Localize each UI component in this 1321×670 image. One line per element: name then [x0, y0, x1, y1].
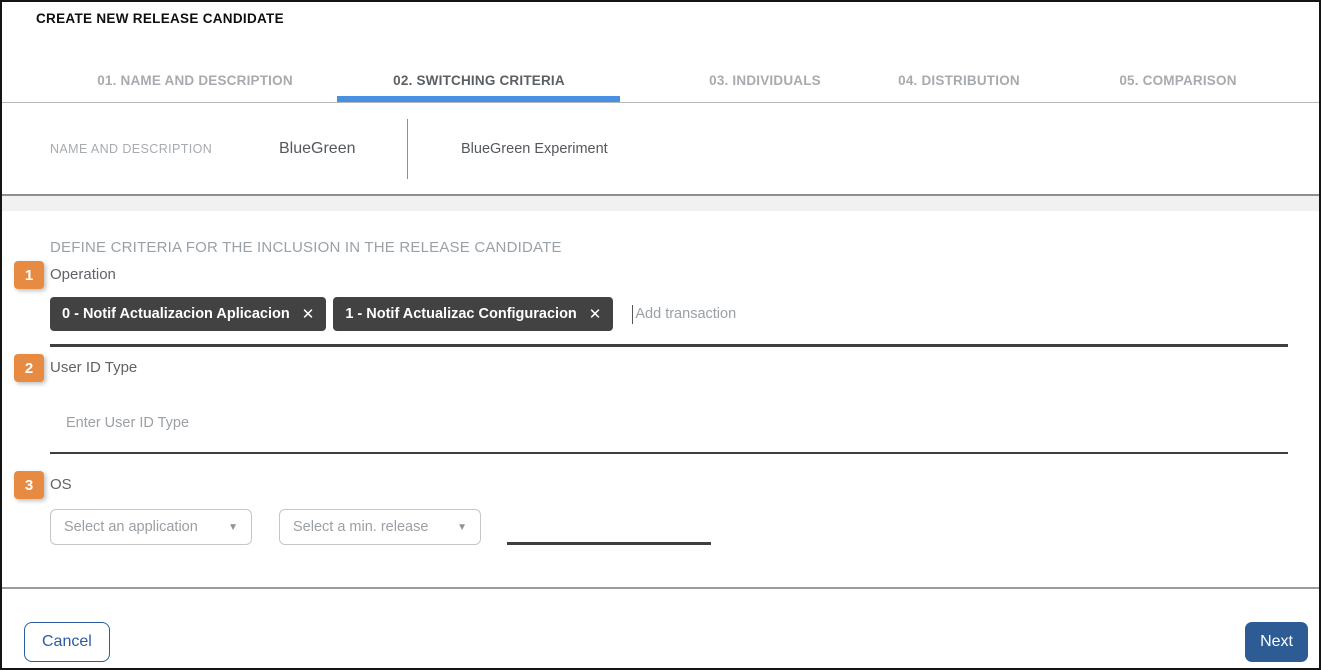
step-3-badge: 3 — [14, 471, 44, 499]
application-select[interactable]: Select an application ▼ — [50, 509, 252, 545]
create-release-candidate-dialog: CREATE NEW RELEASE CANDIDATE 01. NAME AN… — [0, 0, 1321, 670]
user-id-type-field — [50, 414, 1288, 454]
operation-transactions-field: 0 - Notif Actualizacion Aplicacion ✕ 1 -… — [50, 297, 1288, 347]
chevron-down-icon: ▼ — [228, 522, 238, 533]
os-selectors-row: Select an application ▼ Select a min. re… — [50, 509, 1319, 545]
wizard-footer: Cancel Next — [2, 587, 1319, 668]
cancel-button[interactable]: Cancel — [24, 622, 110, 662]
operation-label: Operation — [50, 266, 1319, 283]
os-version-input-underline[interactable] — [507, 542, 711, 545]
user-id-type-input[interactable] — [64, 414, 1255, 432]
transaction-chip[interactable]: 0 - Notif Actualizacion Aplicacion ✕ — [50, 297, 326, 331]
step-user-id-type: 2 User ID Type — [2, 359, 1319, 454]
tab-switching-criteria[interactable]: 02. SWITCHING CRITERIA — [393, 73, 565, 88]
step-2-badge: 2 — [14, 354, 44, 382]
tab-distribution[interactable]: 04. DISTRIBUTION — [898, 73, 1020, 88]
add-transaction-wrap — [632, 305, 857, 324]
tab-name-and-description[interactable]: 01. NAME AND DESCRIPTION — [97, 73, 293, 88]
step-os: 3 OS Select an application ▼ Select a mi… — [2, 476, 1319, 545]
os-label: OS — [50, 476, 1319, 493]
tab-comparison[interactable]: 05. COMPARISON — [1119, 73, 1236, 88]
min-release-select[interactable]: Select a min. release ▼ — [279, 509, 481, 545]
next-button[interactable]: Next — [1245, 622, 1308, 662]
remove-icon[interactable]: ✕ — [302, 305, 315, 323]
chevron-down-icon: ▼ — [457, 522, 467, 533]
tab-individuals[interactable]: 03. INDIVIDUALS — [709, 73, 821, 88]
remove-icon[interactable]: ✕ — [589, 305, 602, 323]
wizard-header: CREATE NEW RELEASE CANDIDATE 01. NAME AN… — [2, 2, 1319, 103]
vertical-divider — [407, 119, 408, 179]
transaction-chip-label: 0 - Notif Actualizacion Aplicacion — [62, 306, 290, 322]
page-title: CREATE NEW RELEASE CANDIDATE — [36, 11, 284, 26]
application-select-placeholder: Select an application — [64, 519, 198, 535]
release-name-value: BlueGreen — [279, 140, 356, 158]
active-tab-indicator — [337, 96, 620, 102]
min-release-select-placeholder: Select a min. release — [293, 519, 428, 535]
release-description-value: BlueGreen Experiment — [461, 141, 608, 157]
name-description-summary: NAME AND DESCRIPTION BlueGreen BlueGreen… — [2, 103, 1319, 194]
user-id-type-label: User ID Type — [50, 359, 1319, 376]
transaction-chip[interactable]: 1 - Notif Actualizac Configuracion ✕ — [333, 297, 613, 331]
content-divider — [2, 194, 1319, 211]
step-operation: 1 Operation 0 - Notif Actualizacion Apli… — [2, 266, 1319, 347]
section-title: DEFINE CRITERIA FOR THE INCLUSION IN THE… — [50, 239, 1288, 256]
switching-criteria-form: DEFINE CRITERIA FOR THE INCLUSION IN THE… — [2, 211, 1319, 587]
transaction-chip-label: 1 - Notif Actualizac Configuracion — [345, 306, 576, 322]
add-transaction-input[interactable] — [633, 305, 857, 323]
summary-label: NAME AND DESCRIPTION — [50, 142, 212, 156]
step-1-badge: 1 — [14, 261, 44, 289]
